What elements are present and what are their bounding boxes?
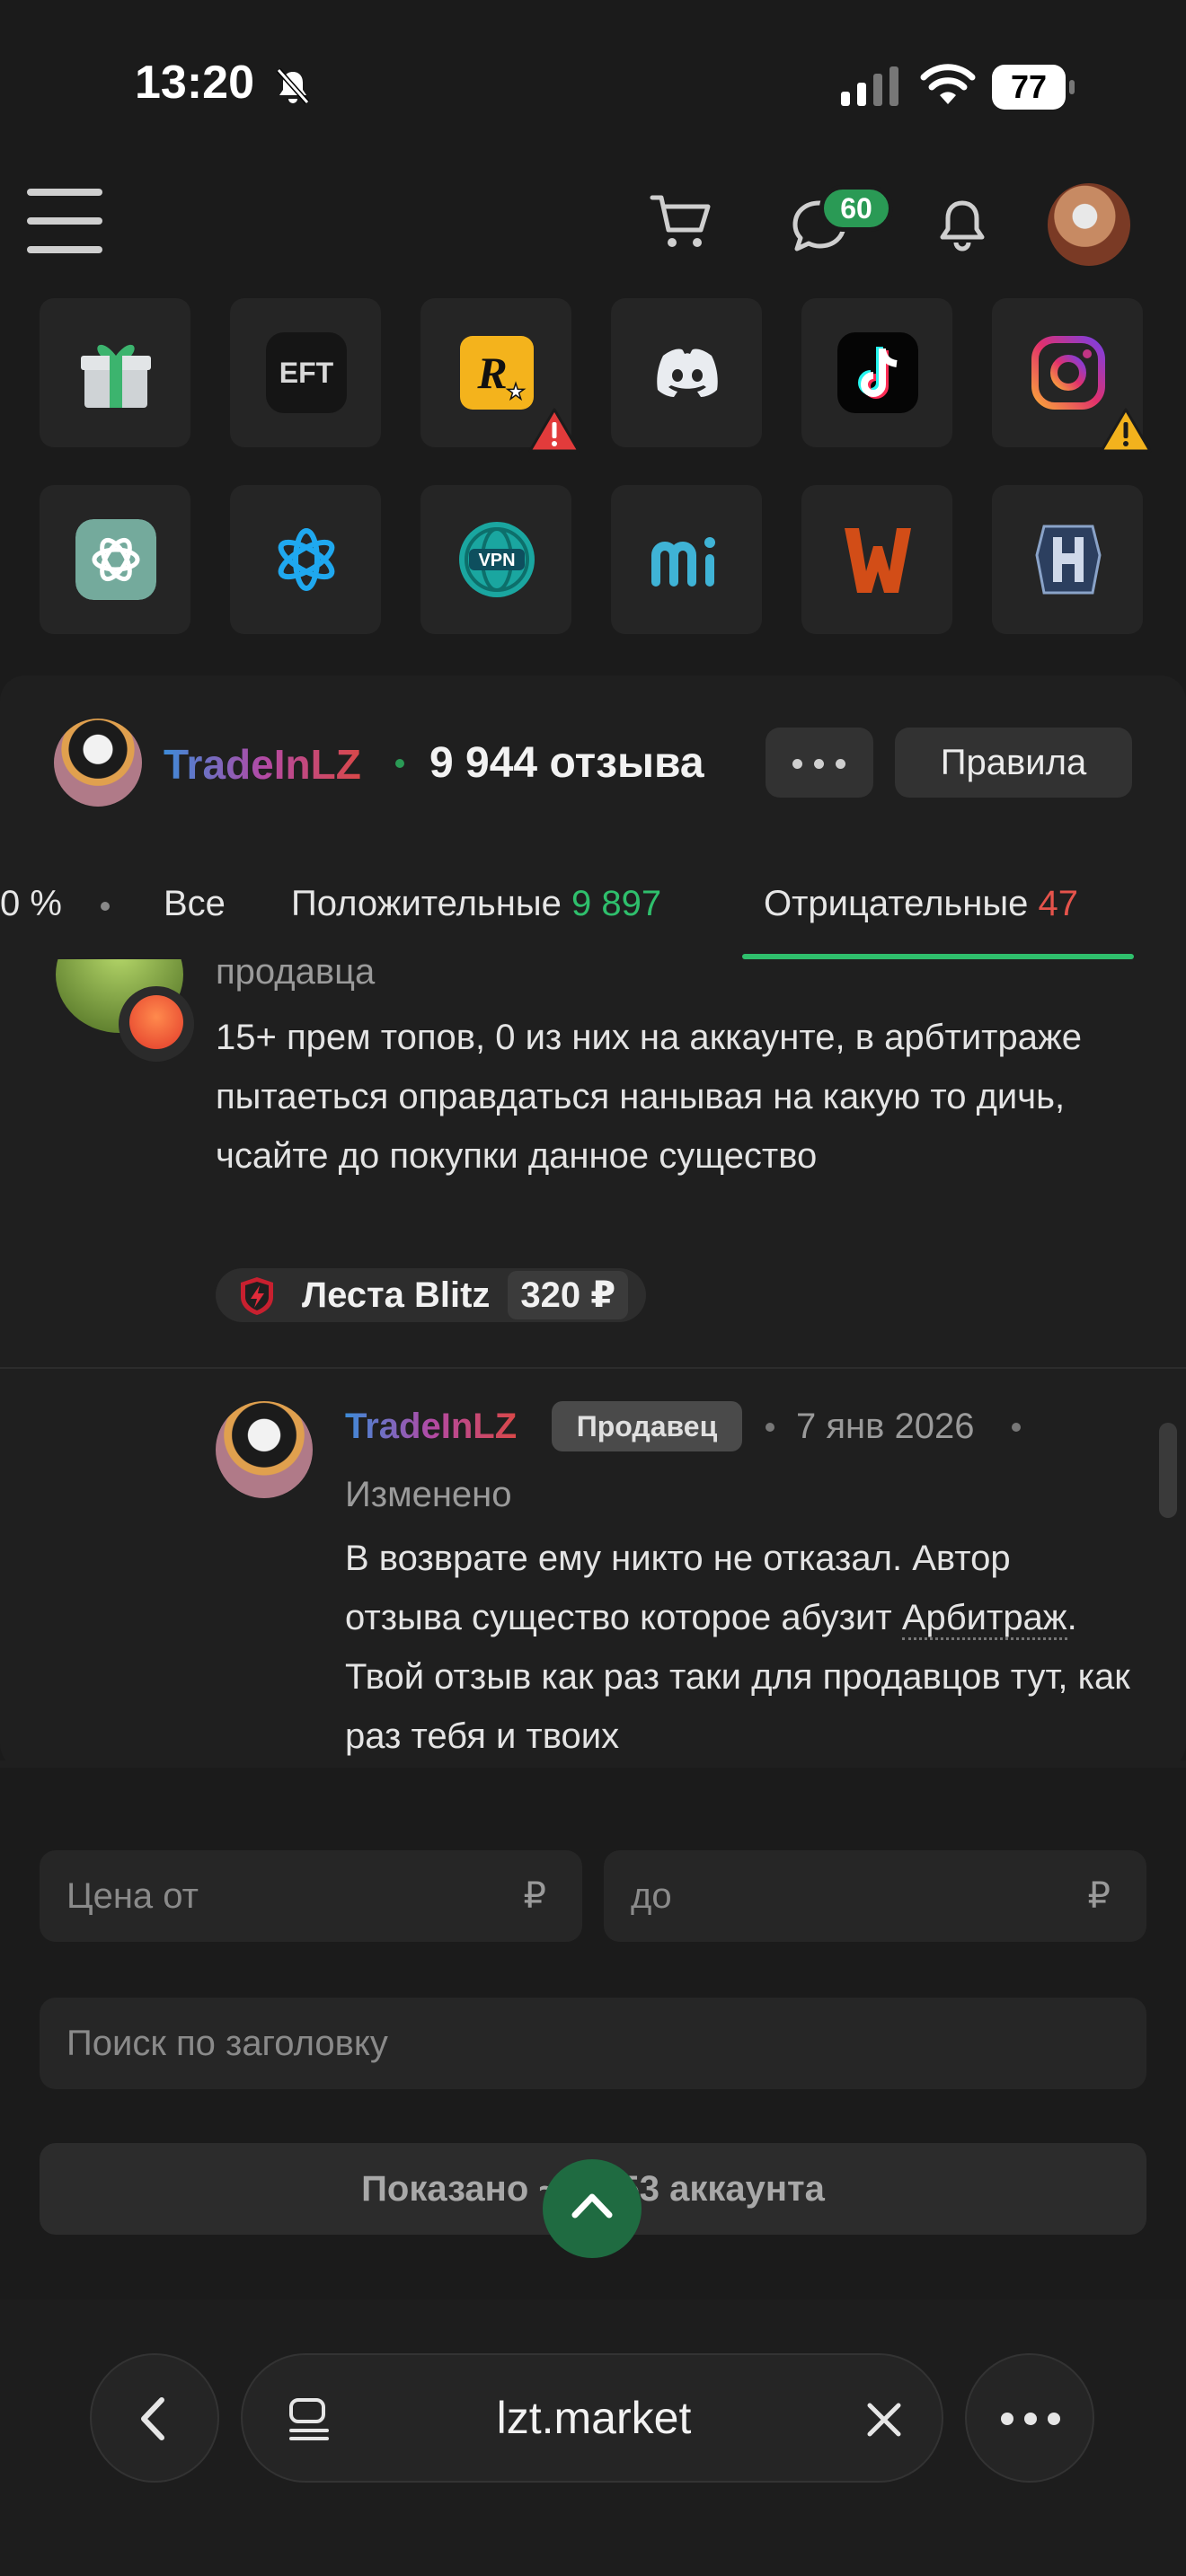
- tab-positive-label: Положительные: [291, 884, 562, 923]
- battery-icon: 77: [992, 65, 1075, 110]
- review-item-tag[interactable]: Леста Blitz 320 ₽: [216, 1268, 647, 1322]
- title-search-input[interactable]: Поиск по заголовку: [40, 1998, 1146, 2089]
- meta-separator-dot: [1012, 1423, 1021, 1432]
- review-role-label: продавца: [216, 952, 376, 992]
- seller-avatar[interactable]: [54, 719, 142, 807]
- hypixel-icon: [1035, 525, 1102, 595]
- ruble-icon: ₽: [523, 1876, 546, 1916]
- divider: [0, 1367, 1186, 1369]
- address-bar[interactable]: lzt.market: [241, 2353, 943, 2483]
- reply-avatar[interactable]: [216, 1401, 313, 1498]
- category-tile-battlenet[interactable]: [230, 485, 381, 634]
- title-search-placeholder: Поиск по заголовку: [66, 2024, 388, 2063]
- gift-icon: [81, 344, 151, 408]
- back-button[interactable]: [90, 2353, 219, 2483]
- tab-separator: [101, 902, 110, 911]
- scrollbar-thumb[interactable]: [1159, 1423, 1177, 1518]
- lesta-blitz-icon: [241, 1277, 273, 1315]
- chevron-up-icon: [571, 2193, 613, 2219]
- category-tile-tiktok[interactable]: [801, 298, 952, 447]
- tab-positive[interactable]: Положительные 9 897: [291, 884, 661, 924]
- category-tile-hypixel[interactable]: [992, 485, 1143, 634]
- cart-icon[interactable]: [649, 190, 712, 253]
- svg-text:VPN: VPN: [478, 551, 515, 570]
- tab-negative-count: 47: [1038, 884, 1078, 923]
- battery-level: 77: [1010, 68, 1048, 105]
- tag-name: Леста Blitz: [302, 1275, 491, 1315]
- close-icon[interactable]: [864, 2400, 904, 2439]
- rules-button[interactable]: Правила: [895, 728, 1132, 798]
- tab-all[interactable]: Все: [164, 884, 226, 924]
- ellipsis-icon: [1001, 2413, 1060, 2425]
- chevron-left-icon: [141, 2397, 164, 2440]
- category-tile-mi[interactable]: [611, 485, 762, 634]
- seller-name[interactable]: TradeInLZ: [164, 740, 361, 789]
- reply-date: 7 янв 2026: [796, 1407, 975, 1446]
- tag-price: 320 ₽: [508, 1271, 629, 1319]
- wifi-icon: [920, 64, 976, 104]
- svg-text:R: R: [476, 348, 507, 398]
- ruble-icon: ₽: [1087, 1876, 1111, 1916]
- vpn-icon: VPN: [459, 522, 535, 597]
- category-tile-discord[interactable]: [611, 298, 762, 447]
- reply-author-name[interactable]: TradeInLZ: [345, 1407, 517, 1447]
- tab-positive-count: 9 897: [571, 884, 662, 923]
- review-text: 15+ прем топов, 0 из них на аккаунте, в …: [216, 1018, 1082, 1176]
- notifications-bell-icon[interactable]: [934, 198, 990, 253]
- arbitration-link[interactable]: Арбитраж: [901, 1598, 1067, 1640]
- svg-text:★: ★: [506, 379, 526, 404]
- more-menu-button[interactable]: [965, 2353, 1094, 2483]
- price-from-placeholder: Цена от: [66, 1876, 199, 1916]
- panel-gap: [0, 1768, 1186, 1813]
- menu-icon[interactable]: [27, 189, 102, 253]
- tab-negative[interactable]: Отрицательные 47: [764, 884, 1078, 924]
- angry-face-icon: [129, 995, 183, 1049]
- status-time: 13:20: [135, 57, 254, 109]
- category-tile-chatgpt[interactable]: [40, 485, 190, 634]
- price-to-input[interactable]: до ₽: [604, 1850, 1146, 1942]
- meta-separator-dot: [766, 1423, 774, 1432]
- active-tab-indicator: [742, 954, 1134, 959]
- category-tile-gift[interactable]: [40, 298, 190, 447]
- rockstar-icon: R ★: [460, 336, 534, 410]
- category-tile-eft[interactable]: EFT: [230, 298, 381, 447]
- silent-bell-icon: [276, 68, 310, 104]
- chatgpt-icon: [75, 519, 156, 600]
- separator-dot: [395, 759, 404, 768]
- eft-icon: EFT: [266, 332, 347, 413]
- edited-label: Изменено: [345, 1475, 512, 1514]
- warning-icon: [1100, 408, 1152, 453]
- svg-text:EFT: EFT: [279, 357, 334, 389]
- tab-negative-label: Отрицательные: [764, 884, 1029, 923]
- warface-icon: [845, 528, 911, 593]
- instagram-icon: [1031, 336, 1105, 410]
- price-from-input[interactable]: Цена от ₽: [40, 1850, 582, 1942]
- category-tile-warface[interactable]: [801, 485, 952, 634]
- user-avatar[interactable]: [1048, 183, 1130, 266]
- category-tile-vpn[interactable]: VPN: [420, 485, 571, 634]
- reply-text: В возврате ему никто не отказал. Автор о…: [345, 1529, 1136, 1766]
- cellular-signal-icon: [841, 66, 898, 106]
- miwifi-icon: [651, 537, 715, 587]
- price-to-placeholder: до: [631, 1876, 672, 1916]
- tab-rating-percent[interactable]: 0 %: [0, 884, 62, 924]
- seller-role-badge: Продавец: [552, 1401, 742, 1451]
- chat-unread-badge: 60: [819, 185, 893, 232]
- discord-icon: [657, 348, 718, 397]
- battlenet-icon: [278, 528, 335, 591]
- review-count: 9 944 отзыва: [429, 739, 704, 787]
- more-options-button[interactable]: [766, 728, 873, 798]
- angry-emoji-badge: [119, 986, 194, 1062]
- warning-icon: [528, 408, 580, 453]
- scroll-to-top-button[interactable]: [543, 2159, 642, 2258]
- url-text: lzt.market: [496, 2393, 692, 2443]
- tiktok-icon: [837, 332, 918, 413]
